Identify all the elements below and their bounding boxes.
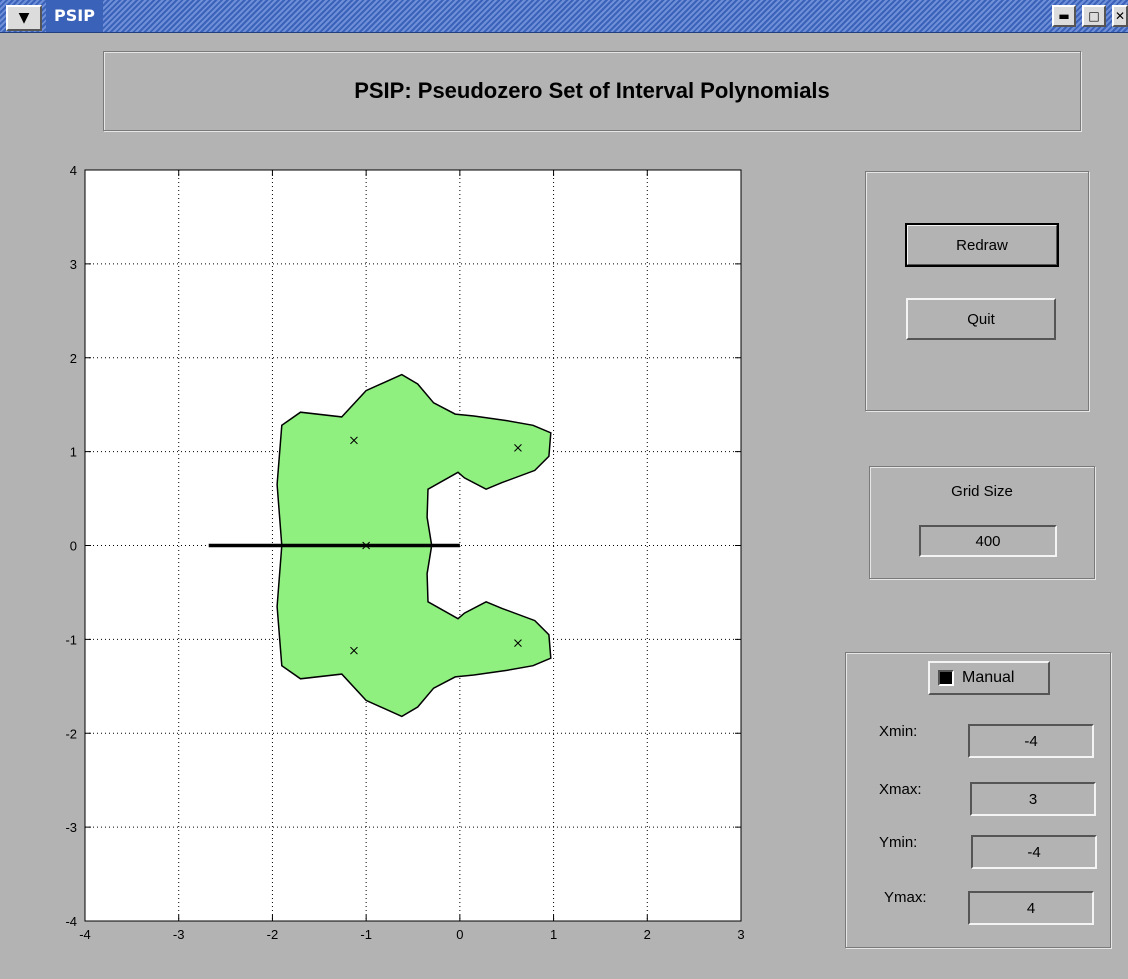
x-tick-label: -1 [360, 927, 372, 942]
y-tick-label: 3 [70, 257, 77, 272]
y-tick-label: -2 [65, 726, 77, 741]
x-tick-label: 3 [737, 927, 744, 942]
maximize-icon: □ [1088, 9, 1100, 23]
grid-size-label: Grid Size [951, 483, 1013, 500]
xmin-input[interactable] [968, 724, 1094, 758]
minimize-button[interactable]: ▬ [1052, 5, 1076, 27]
y-tick-label: -4 [65, 914, 77, 929]
pseudozero-plot: -4 -3 -2 -1 0 1 2 3 -4 -3 -2 -1 0 1 2 3 4 [65, 163, 744, 942]
app-title: PSIP: Pseudozero Set of Interval Polynom… [354, 78, 830, 103]
x-tick-label: 1 [550, 927, 557, 942]
y-tick-label: 4 [70, 163, 77, 178]
window-title: PSIP [46, 0, 103, 32]
quit-button[interactable]: Quit [906, 298, 1056, 340]
window-title-bar: ▼ PSIP ▬ □ ✕ [0, 0, 1128, 33]
ymin-input[interactable] [971, 835, 1097, 869]
y-tick-label: 2 [70, 351, 77, 366]
actions-panel: Redraw Quit [865, 171, 1089, 411]
y-tick-label: -3 [65, 820, 77, 835]
ymin-label: Ymin: [879, 834, 918, 851]
chevron-down-icon: ▼ [18, 10, 30, 26]
ymax-label: Ymax: [884, 889, 927, 906]
close-icon: ✕ [1114, 9, 1126, 23]
xmin-label: Xmin: [879, 723, 918, 740]
ymax-input[interactable] [968, 891, 1094, 925]
xmax-input[interactable] [970, 782, 1096, 816]
header-panel: PSIP: Pseudozero Set of Interval Polynom… [103, 51, 1081, 131]
grid-size-panel: Grid Size [869, 466, 1095, 579]
y-tick-label: -1 [65, 632, 77, 647]
x-tick-label: 2 [644, 927, 651, 942]
grid-size-input[interactable] [919, 525, 1057, 557]
axis-limits-panel: Manual Xmin: Xmax: Ymin: Ymax: [845, 652, 1111, 948]
y-tick-label: 0 [70, 539, 77, 554]
checkbox-indicator [938, 670, 954, 686]
x-tick-label: 0 [456, 927, 463, 942]
window-menu-button[interactable]: ▼ [6, 5, 42, 31]
y-tick-label: 1 [70, 445, 77, 460]
manual-label: Manual [962, 669, 1015, 686]
minimize-icon: ▬ [1058, 9, 1070, 23]
maximize-button[interactable]: □ [1082, 5, 1106, 27]
close-button[interactable]: ✕ [1112, 5, 1128, 27]
xmax-label: Xmax: [879, 781, 922, 798]
manual-checkbox[interactable]: Manual [928, 661, 1050, 695]
x-tick-label: -3 [173, 927, 185, 942]
x-tick-label: -4 [79, 927, 91, 942]
redraw-button[interactable]: Redraw [905, 223, 1059, 267]
x-tick-label: -2 [267, 927, 279, 942]
